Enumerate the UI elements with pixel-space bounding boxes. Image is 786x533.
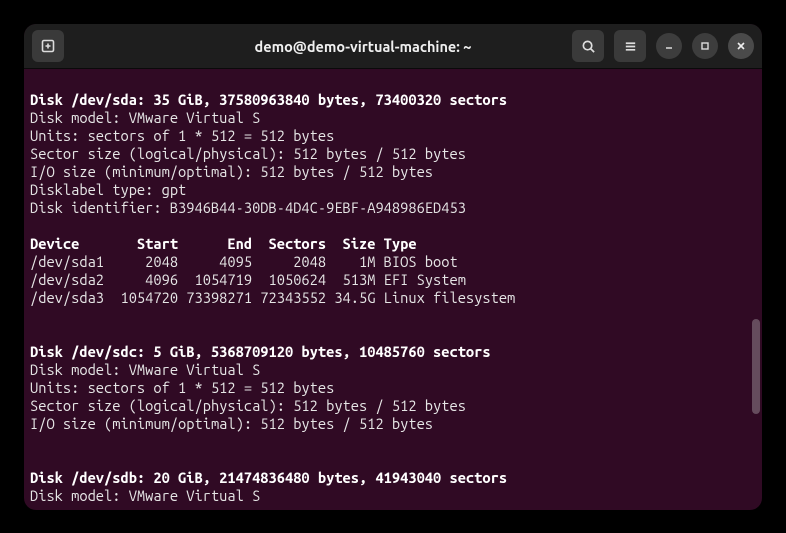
maximize-button[interactable] xyxy=(692,33,718,59)
terminal-line: Disklabel type: gpt xyxy=(30,181,186,198)
disk-sdc-header: Disk /dev/sdc: 5 GiB, 5368709120 bytes, … xyxy=(30,343,491,360)
new-tab-button[interactable] xyxy=(32,30,64,62)
titlebar: demo@demo-virtual-machine: ~ xyxy=(24,24,762,69)
titlebar-right-controls xyxy=(554,30,754,62)
partition-row: /dev/sda3 1054720 73398271 72343552 34.5… xyxy=(30,289,515,306)
terminal-line: Units: sectors of 1 * 512 = 512 bytes xyxy=(30,127,334,144)
terminal-line: Disk model: VMware Virtual S xyxy=(30,487,260,504)
search-button[interactable] xyxy=(572,30,604,62)
terminal-line: Units: sectors of 1 * 512 = 512 bytes xyxy=(30,379,334,396)
window-title: demo@demo-virtual-machine: ~ xyxy=(172,38,554,55)
terminal-line: I/O size (minimum/optimal): 512 bytes / … xyxy=(30,163,433,180)
titlebar-left-controls xyxy=(32,30,172,62)
terminal-line: Disk identifier: B3946B44-30DB-4D4C-9EBF… xyxy=(30,199,466,216)
menu-button[interactable] xyxy=(614,30,646,62)
minimize-button[interactable] xyxy=(656,33,682,59)
disk-sda-header: Disk /dev/sda: 35 GiB, 37580963840 bytes… xyxy=(30,91,507,108)
partition-table-header: Device Start End Sectors Size Type xyxy=(30,235,417,252)
disk-sdb-header: Disk /dev/sdb: 20 GiB, 21474836480 bytes… xyxy=(30,469,507,486)
terminal-line: Sector size (logical/physical): 512 byte… xyxy=(30,397,466,414)
terminal-window: demo@demo-virtual-machine: ~ xyxy=(24,24,762,510)
terminal-body[interactable]: Disk /dev/sda: 35 GiB, 37580963840 bytes… xyxy=(24,69,762,510)
terminal-line: Disk model: VMware Virtual S xyxy=(30,109,260,126)
scrollbar-thumb[interactable] xyxy=(752,319,760,414)
partition-row: /dev/sda2 4096 1054719 1050624 513M EFI … xyxy=(30,271,466,288)
close-button[interactable] xyxy=(728,33,754,59)
terminal-line: Disk model: VMware Virtual S xyxy=(30,361,260,378)
terminal-line: Sector size (logical/physical): 512 byte… xyxy=(30,145,466,162)
partition-row: /dev/sda1 2048 4095 2048 1M BIOS boot xyxy=(30,253,458,270)
terminal-line: I/O size (minimum/optimal): 512 bytes / … xyxy=(30,415,433,432)
